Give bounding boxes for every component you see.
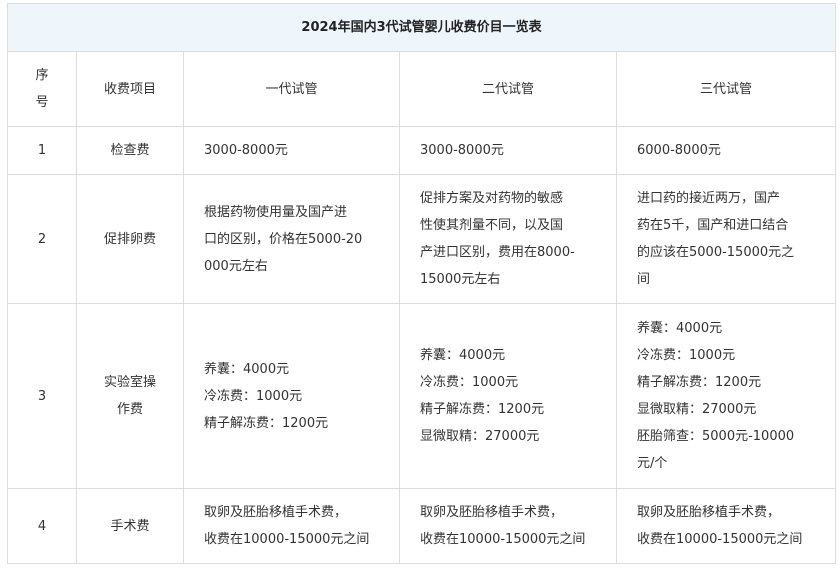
row-num: 2 bbox=[7, 174, 77, 304]
row-gen1: 3000-8000元 bbox=[183, 126, 400, 175]
cell-line: 取卵及胚胎移植手术费， bbox=[637, 505, 781, 520]
row-num: 1 bbox=[7, 126, 77, 175]
row-item: 实验室操 作费 bbox=[76, 303, 184, 489]
row-gen3: 养囊：4000元 冷冻费：1000元 精子解冻费：1200元 显微取精：2700… bbox=[615, 303, 837, 489]
cell-line: 显微取精：27000元 bbox=[420, 429, 540, 444]
row-num: 3 bbox=[7, 303, 77, 489]
cell-line: 口的区别，价格在5000-20 bbox=[204, 231, 363, 247]
header-item: 收费项目 bbox=[76, 51, 184, 127]
cell-line: 000元左右 bbox=[204, 258, 268, 274]
table-title: 2024年国内3代试管婴儿收费价目一览表 bbox=[6, 3, 837, 52]
cell-line: 3000-8000元 bbox=[204, 143, 288, 158]
cell-line: 养囊：4000元 bbox=[420, 348, 506, 363]
row-gen2: 3000-8000元 bbox=[399, 126, 617, 175]
row-gen2: 促排方案及对药物的敏感 性使其剂量不同，以及国 产进口区别，费用在8000- 1… bbox=[399, 174, 617, 304]
cell-line: 冷冻费：1000元 bbox=[204, 388, 303, 404]
cell-line: 取卵及胚胎移植手术费， bbox=[204, 505, 348, 520]
row-item: 手术费 bbox=[76, 488, 184, 564]
row-item-line2: 作费 bbox=[116, 402, 143, 417]
cell-line: 冷冻费：1000元 bbox=[637, 348, 736, 363]
header-num-line2: 号 bbox=[35, 95, 49, 110]
row-gen3: 取卵及胚胎移植手术费， 收费在10000-15000元之间 bbox=[615, 488, 837, 564]
row-gen1: 取卵及胚胎移植手术费， 收费在10000-15000元之间 bbox=[183, 488, 400, 564]
header-gen1: 一代试管 bbox=[183, 51, 400, 127]
row-num: 4 bbox=[7, 488, 77, 564]
cell-line: 胚胎筛查：5000元-10000 bbox=[637, 429, 795, 444]
cell-line: 养囊：4000元 bbox=[637, 321, 723, 336]
row-gen3: 进口药的接近两万，国产 药在5千，国产和进口结合 的应该在5000-15000元… bbox=[615, 174, 837, 304]
cell-line: 精子解冻费：1200元 bbox=[204, 415, 329, 431]
cell-line: 元/个 bbox=[637, 456, 668, 471]
row-gen3: 6000-8000元 bbox=[615, 126, 837, 175]
cell-line: 精子解冻费：1200元 bbox=[420, 402, 545, 417]
header-gen3: 三代试管 bbox=[615, 51, 837, 127]
row-gen2: 取卵及胚胎移植手术费， 收费在10000-15000元之间 bbox=[399, 488, 617, 564]
cell-line: 收费在10000-15000元之间 bbox=[637, 532, 803, 547]
cell-line: 15000元左右 bbox=[420, 272, 501, 287]
row-item: 检查费 bbox=[76, 126, 184, 175]
table-row: 3 实验室操 作费 养囊：4000元 冷冻费：1000元 精子解冻费：1200元… bbox=[7, 303, 837, 489]
table-row: 4 手术费 取卵及胚胎移植手术费， 收费在10000-15000元之间 取卵及胚… bbox=[7, 488, 837, 564]
cell-line: 6000-8000元 bbox=[637, 143, 721, 158]
cell-line: 取卵及胚胎移植手术费， bbox=[420, 505, 564, 520]
header-num-line1: 序 bbox=[35, 68, 49, 83]
cell-line: 养囊：4000元 bbox=[204, 361, 290, 377]
cell-line: 间 bbox=[637, 272, 651, 287]
cell-line: 产进口区别，费用在8000- bbox=[420, 245, 575, 260]
header-row: 序 号 收费项目 一代试管 二代试管 三代试管 bbox=[7, 51, 837, 127]
table-row: 1 检查费 3000-8000元 3000-8000元 6000-8000元 bbox=[7, 126, 837, 175]
header-num: 序 号 bbox=[7, 51, 77, 127]
cell-line: 药在5千，国产和进口结合 bbox=[637, 218, 789, 233]
row-item: 促排卵费 bbox=[76, 174, 184, 304]
cell-line: 收费在10000-15000元之间 bbox=[420, 532, 586, 547]
header-gen2: 二代试管 bbox=[399, 51, 617, 127]
row-gen2: 养囊：4000元 冷冻费：1000元 精子解冻费：1200元 显微取精：2700… bbox=[399, 303, 617, 489]
cell-line: 精子解冻费：1200元 bbox=[637, 375, 762, 390]
cell-line: 3000-8000元 bbox=[420, 143, 504, 158]
cell-line: 冷冻费：1000元 bbox=[420, 375, 519, 390]
cell-line: 性使其剂量不同，以及国 bbox=[420, 218, 564, 233]
cell-line: 根据药物使用量及国产进 bbox=[204, 204, 348, 220]
row-gen1: 养囊：4000元 冷冻费：1000元 精子解冻费：1200元 bbox=[183, 303, 400, 489]
cell-line: 的应该在5000-15000元之 bbox=[637, 245, 795, 260]
cell-line: 收费在10000-15000元之间 bbox=[204, 532, 370, 547]
row-gen1: 根据药物使用量及国产进 口的区别，价格在5000-20 000元左右 bbox=[183, 174, 400, 304]
fee-table: 2024年国内3代试管婴儿收费价目一览表 序 号 收费项目 一代试管 二代试管 … bbox=[6, 3, 837, 564]
row-item-line1: 实验室操 bbox=[103, 375, 156, 390]
table-row: 2 促排卵费 根据药物使用量及国产进 口的区别，价格在5000-20 000元左… bbox=[7, 174, 837, 304]
cell-line: 进口药的接近两万，国产 bbox=[637, 191, 781, 206]
cell-line: 促排方案及对药物的敏感 bbox=[420, 191, 564, 206]
cell-line: 显微取精：27000元 bbox=[637, 402, 757, 417]
